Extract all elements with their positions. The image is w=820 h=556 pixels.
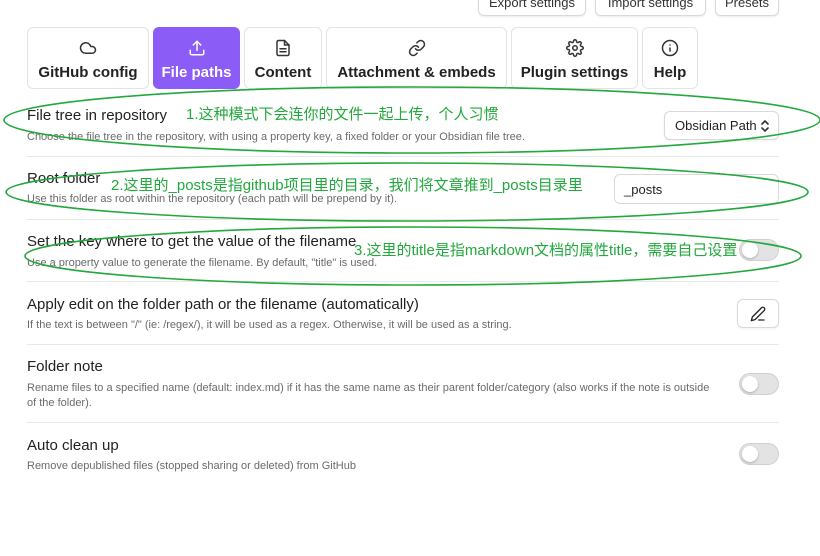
file-tree-select[interactable]: Obsidian Path bbox=[664, 111, 779, 140]
select-value: Obsidian Path bbox=[675, 118, 757, 133]
annotation-note-2: 2.这里的_posts是指github项目里的目录，我们将文章推到_posts目… bbox=[111, 177, 583, 194]
tab-label: Attachment & embeds bbox=[337, 64, 496, 81]
annotation-note-3: 3.这里的title是指markdown文档的属性title，需要自己设置 bbox=[354, 242, 738, 259]
import-settings-button[interactable]: Import settings bbox=[595, 0, 706, 16]
export-settings-label: Export settings bbox=[489, 0, 575, 10]
tab-label: Plugin settings bbox=[520, 64, 629, 81]
tab-label: File paths bbox=[161, 64, 232, 81]
tab-label: Help bbox=[653, 64, 687, 81]
gear-icon bbox=[565, 39, 584, 57]
divider bbox=[27, 281, 779, 282]
tab-github-config[interactable]: GitHub config bbox=[27, 27, 149, 89]
setting-name: Set the key where to get the value of th… bbox=[27, 233, 357, 250]
divider bbox=[27, 422, 779, 423]
link-icon bbox=[408, 39, 425, 57]
file-text-icon bbox=[276, 39, 290, 57]
presets-label: Presets bbox=[724, 0, 770, 10]
tab-label: Content bbox=[254, 64, 312, 81]
divider bbox=[27, 156, 779, 157]
import-settings-label: Import settings bbox=[607, 0, 694, 10]
setting-description: Rename files to a specified name (defaul… bbox=[27, 382, 710, 409]
tab-file-paths[interactable]: File paths bbox=[153, 27, 240, 89]
divider bbox=[27, 344, 779, 345]
presets-button[interactable]: Presets bbox=[715, 0, 779, 16]
info-icon bbox=[661, 39, 679, 57]
setting-apply-edit: Apply edit on the folder path or the fil… bbox=[27, 295, 779, 339]
cloud-icon bbox=[79, 42, 97, 54]
toggle-knob bbox=[742, 376, 758, 392]
setting-auto-clean: Auto clean up Remove depublished files (… bbox=[27, 436, 779, 476]
folder-note-toggle[interactable] bbox=[739, 373, 779, 395]
edit-path-button[interactable] bbox=[737, 299, 779, 328]
setting-description: Remove depublished files (stopped sharin… bbox=[27, 460, 356, 472]
toggle-knob bbox=[742, 242, 758, 258]
tab-plugin-settings[interactable]: Plugin settings bbox=[511, 27, 638, 89]
setting-name: Apply edit on the folder path or the fil… bbox=[27, 296, 419, 313]
toggle-knob bbox=[742, 446, 758, 462]
divider bbox=[27, 219, 779, 220]
setting-folder-note: Folder note Rename files to a specified … bbox=[27, 357, 779, 413]
tab-help[interactable]: Help bbox=[642, 27, 698, 89]
setting-description: If the text is between "/" (ie: /regex/)… bbox=[27, 319, 512, 331]
setting-name: Auto clean up bbox=[27, 437, 119, 454]
tab-label: GitHub config bbox=[38, 64, 138, 81]
upload-icon bbox=[189, 40, 204, 56]
setting-name: Root folder bbox=[27, 170, 101, 187]
root-folder-input[interactable]: _posts bbox=[614, 174, 779, 204]
auto-clean-toggle[interactable] bbox=[739, 443, 779, 465]
setting-name: Folder note bbox=[27, 358, 103, 375]
pencil-icon bbox=[750, 306, 766, 321]
chevron-up-down-icon bbox=[761, 120, 769, 132]
tab-content[interactable]: Content bbox=[244, 27, 322, 89]
filename-key-toggle[interactable] bbox=[739, 239, 779, 261]
tab-attachment-embeds[interactable]: Attachment & embeds bbox=[326, 27, 507, 89]
annotation-note-1: 1.这种模式下会连你的文件一起上传，个人习惯 bbox=[186, 106, 499, 123]
input-value: _posts bbox=[624, 181, 663, 197]
setting-description: Choose the file tree in the repository, … bbox=[27, 131, 525, 143]
setting-name: File tree in repository bbox=[27, 107, 168, 124]
export-settings-button[interactable]: Export settings bbox=[478, 0, 586, 16]
